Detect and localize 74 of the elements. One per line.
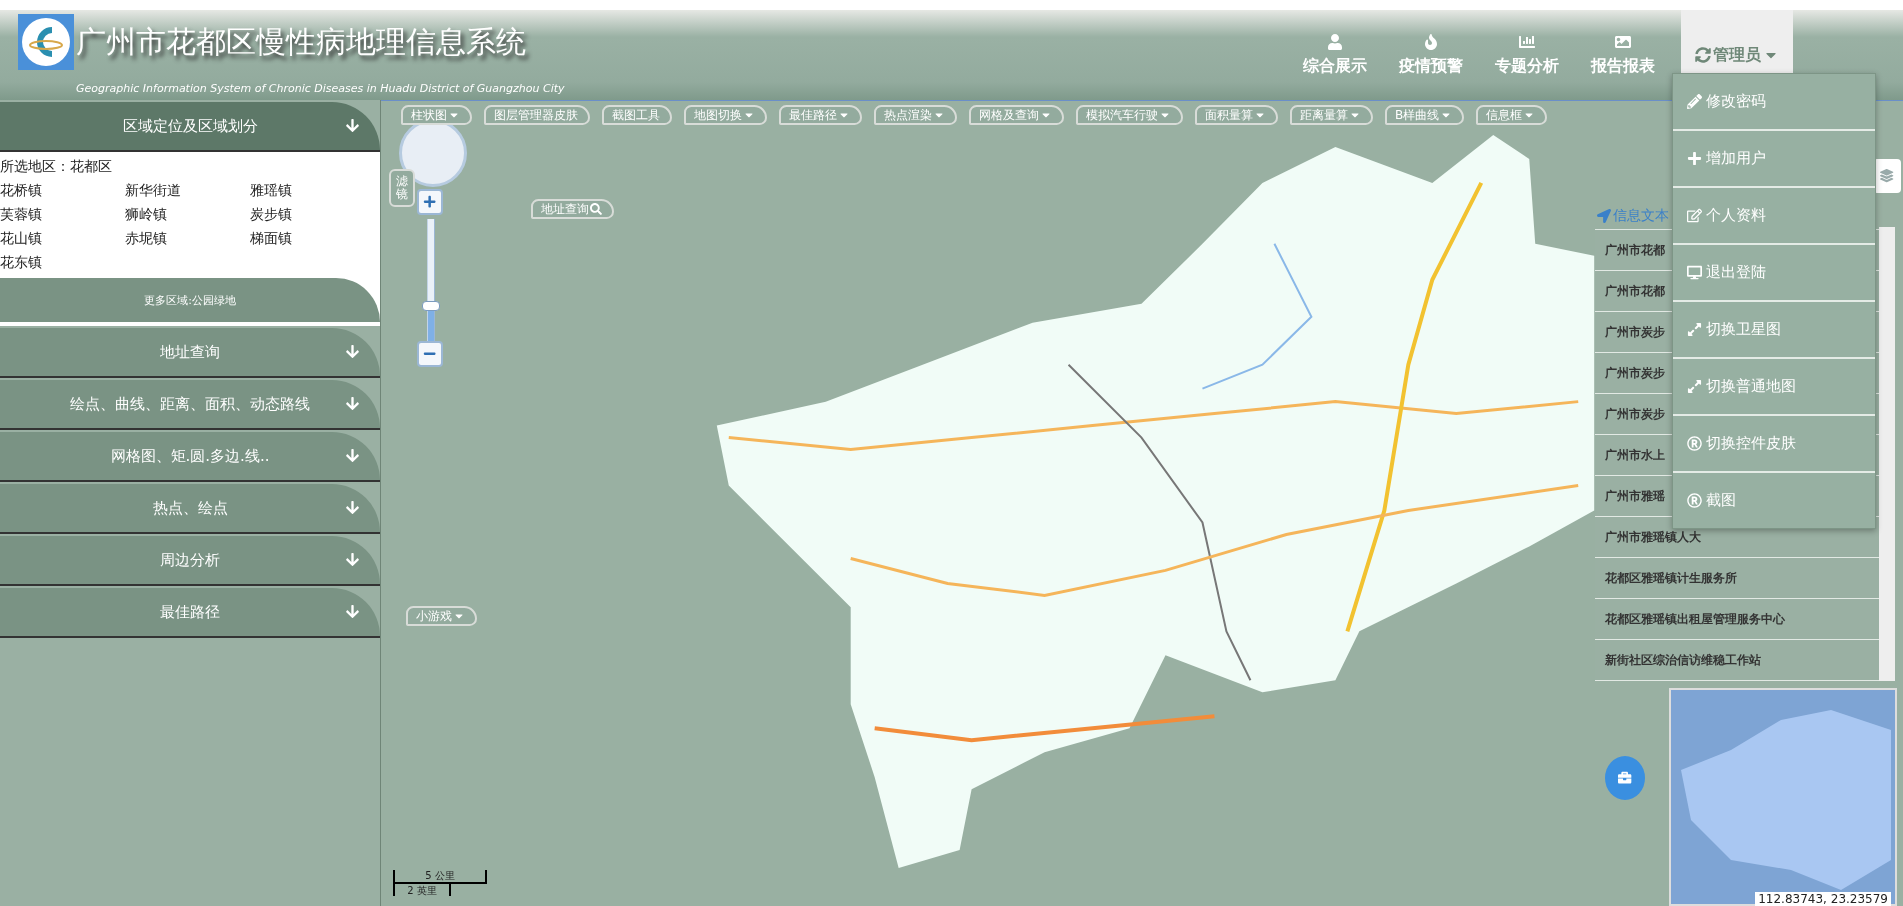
menu-item-icon (1687, 322, 1702, 337)
filter-tab[interactable]: 滤镜 (389, 169, 415, 208)
plus-icon (423, 195, 437, 209)
toolbox-button[interactable] (1605, 756, 1645, 800)
zoom-in-button[interactable] (417, 189, 443, 215)
more-areas-button[interactable]: 更多区域:公园绿地 (0, 278, 380, 322)
toolbar-menu[interactable]: 热点渲染 (874, 105, 957, 125)
nav-item[interactable]: 疫情预警 (1383, 10, 1479, 100)
arrow-down-icon (345, 118, 360, 133)
app-subtitle: Geographic Information System of Chronic Diseases in Huadu District of Guangzhou City (76, 82, 566, 95)
town-link[interactable]: 炭步镇 (250, 206, 375, 224)
toolbar-menu[interactable]: 柱状图 (401, 105, 472, 125)
nav-icon (1423, 33, 1439, 50)
toolbar-menu[interactable]: 网格及查询 (969, 105, 1064, 125)
accordion-header[interactable]: 区域定位及区域划分 (0, 102, 380, 152)
town-link[interactable]: 狮岭镇 (125, 206, 250, 224)
menu-item-icon (1687, 151, 1702, 166)
arrow-down-icon (345, 500, 360, 515)
arrow-down-icon (345, 552, 360, 567)
town-link[interactable]: 花东镇 (0, 254, 125, 272)
logo-icon (18, 14, 74, 70)
toolbar-menu[interactable]: B样曲线 (1385, 105, 1465, 125)
arrow-down-icon (345, 448, 360, 463)
menu-item-icon (1687, 493, 1702, 508)
town-link[interactable]: 雅瑶镇 (250, 182, 375, 200)
zoom-thumb[interactable] (422, 300, 440, 311)
accordion-header[interactable]: 网格图、矩.圆.多边.线.. (0, 432, 380, 482)
toolbar-menu[interactable]: 地图切换 (684, 105, 767, 125)
menu-item-icon (1687, 208, 1702, 223)
town-link[interactable]: 新华街道 (125, 182, 250, 200)
menu-item-icon (1687, 379, 1702, 394)
toolbar-menu[interactable]: 模拟汽车行驶 (1076, 105, 1183, 125)
nav-item[interactable]: 专题分析 (1479, 10, 1575, 100)
arrow-down-icon (345, 396, 360, 411)
menu-item-icon (1687, 436, 1702, 451)
refresh-icon (1695, 47, 1711, 63)
selected-area-text: 所选地区：花都区 (0, 158, 113, 176)
menu-item-icon (1687, 265, 1702, 280)
town-link[interactable]: 赤坭镇 (125, 230, 250, 248)
briefcase-icon (1618, 771, 1632, 785)
scale-label: 2 英里 (393, 884, 451, 896)
app-title: 广州市花都区慢性病地理信息系统 (76, 22, 526, 61)
accordion-header[interactable]: 绘点、曲线、距离、面积、动态路线 (0, 380, 380, 430)
nav-icon (1519, 33, 1535, 50)
town-link[interactable]: 芙蓉镇 (0, 206, 125, 224)
nav-icon (1615, 33, 1631, 50)
toolbar-menu[interactable]: 图层管理器皮肤 (484, 105, 590, 125)
address-search-button[interactable]: 地址查询 (531, 199, 614, 219)
mini-game-button[interactable]: 小游戏 (406, 606, 477, 626)
search-icon (590, 203, 602, 215)
zoom-out-button[interactable] (417, 341, 443, 367)
toolbar-menu[interactable]: 面积量算 (1195, 105, 1278, 125)
layers-icon (1880, 169, 1894, 183)
nav-item[interactable]: 报告报表 (1575, 10, 1671, 100)
nav-icon (1327, 33, 1343, 50)
toolbar-menu[interactable]: 截图工具 (602, 105, 672, 125)
toolbar-menu[interactable]: 信息框 (1476, 105, 1548, 125)
accordion-header[interactable]: 热点、绘点 (0, 484, 380, 534)
toolbar-menu[interactable]: 最佳路径 (779, 105, 862, 125)
coordinates-text: 112.83743, 23.23579 (1755, 892, 1891, 906)
arrow-down-icon (345, 604, 360, 619)
menu-item-icon (1687, 94, 1702, 109)
town-link[interactable]: 花桥镇 (0, 182, 125, 200)
scale-label: 5 公里 (393, 870, 487, 884)
nav-item[interactable]: 综合展示 (1287, 10, 1383, 100)
accordion-header[interactable]: 最佳路径 (0, 588, 380, 638)
town-link[interactable]: 花山镇 (0, 230, 125, 248)
location-arrow-icon (1597, 209, 1611, 223)
accordion-header[interactable]: 地址查询 (0, 328, 380, 378)
arrow-down-icon (345, 344, 360, 359)
accordion-header[interactable]: 周边分析 (0, 536, 380, 586)
town-link[interactable]: 梯面镇 (250, 230, 375, 248)
toolbar-menu[interactable]: 距离量算 (1290, 105, 1373, 125)
scrollbar[interactable] (1879, 227, 1895, 681)
